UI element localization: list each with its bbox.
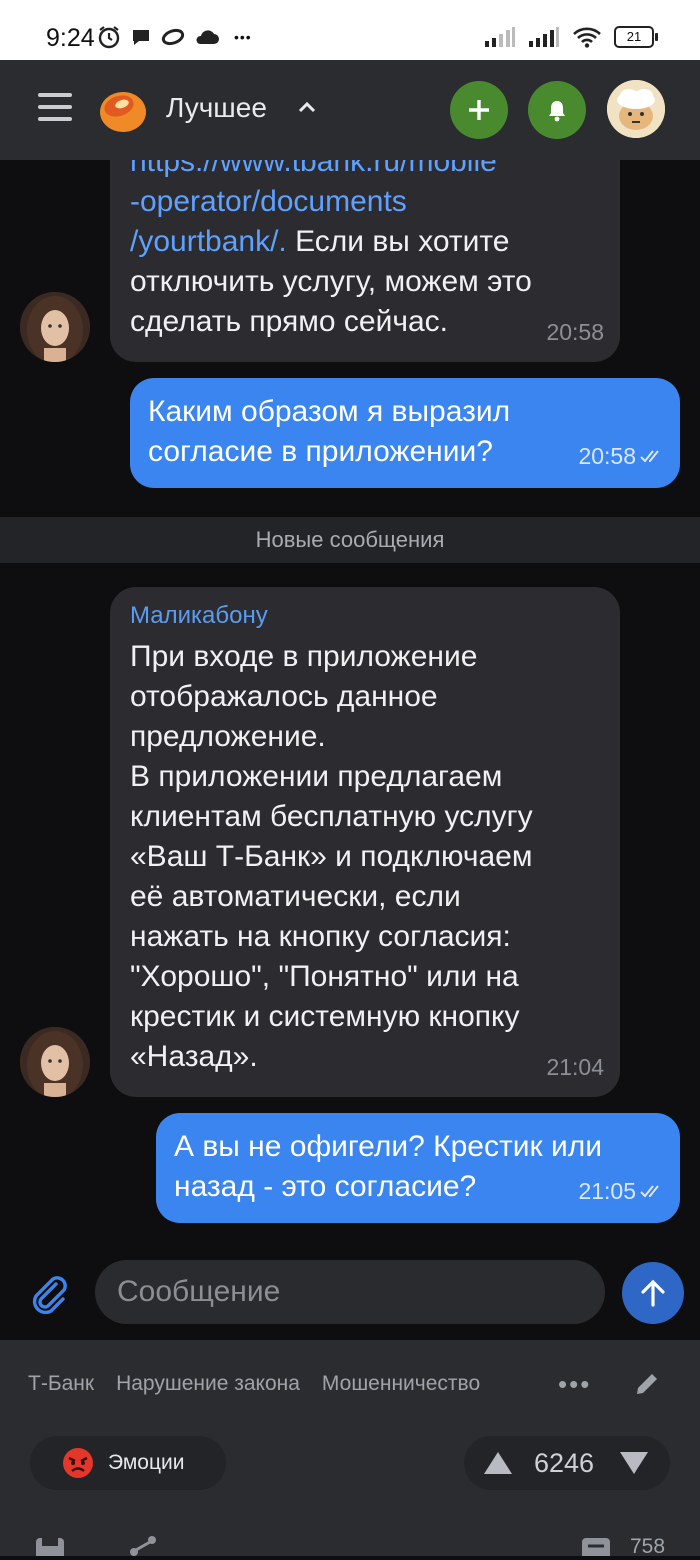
peer-avatar[interactable] [20,1027,90,1097]
post-footer: Т-Банк Нарушение закона Мошенничество ••… [0,1340,700,1558]
message-time: 21:05 [578,1178,636,1204]
status-time: 9:24 [46,24,95,52]
pikabu-logo[interactable] [98,86,148,134]
upvote-icon[interactable] [482,1450,514,1476]
pencil-icon[interactable] [633,1370,661,1398]
status-bar: 9:24 ••• 21 [0,0,700,60]
share-icon[interactable] [128,1534,158,1556]
bell-icon [549,101,565,122]
comments-count[interactable]: 758 [630,1534,665,1560]
signal-icon-2 [529,27,559,47]
tag-item[interactable]: Мошенничество [322,1366,480,1402]
message-text-line: «Назад». [130,1040,258,1073]
wifi-icon [573,27,601,48]
message-composer [0,1240,700,1340]
message-sender[interactable]: Маликабону [130,601,600,631]
message-time: 20:58 [578,443,636,469]
message-bubble-outgoing[interactable]: Каким образом я выразил согласие в прило… [130,378,680,488]
message-text-line: нажать на кнопку согласия: [130,920,511,953]
new-messages-divider: Новые сообщения [0,517,700,563]
signal-icon [485,27,515,47]
link-icon [161,28,185,46]
message-text-line: клиентам бесплатную услугу [130,800,533,833]
message-text-line: отображалось данное [130,680,438,713]
message-text-line: предложение. [130,720,326,753]
downvote-icon[interactable] [618,1450,650,1476]
message-text-line: отключить услугу, можем это [130,265,532,298]
avatar-image [20,1027,90,1097]
message-text-line: её автоматически, если [130,880,461,913]
paperclip-icon[interactable] [28,1272,70,1314]
message-bubble-incoming[interactable]: https://www.tbank.ru/mobile -operator/do… [110,160,620,362]
tag-item[interactable]: Нарушение закона [116,1366,300,1402]
menu-icon[interactable] [38,93,74,123]
peer-avatar[interactable] [20,292,90,362]
message-time: 20:58 [546,319,604,345]
message-text-line: "Хорошо", "Понятно" или на [130,960,519,993]
status-overflow-dots: ••• [234,29,252,45]
message-input[interactable] [95,1260,605,1324]
message-text-line: Каким образом я выразил [148,395,511,428]
chat-area[interactable]: https://www.tbank.ru/mobile -operator/do… [0,160,700,1340]
avatar-image [607,80,665,138]
message-time: 21:04 [546,1054,604,1080]
message-bubble-outgoing[interactable]: А вы не офигели? Крестик или назад - это… [156,1113,680,1223]
message-text-line: При входе в приложение [130,640,478,673]
emotions-label: Эмоции [108,1451,185,1474]
alarm-icon [98,26,120,49]
message-text-line: В приложении предлагаем [130,760,503,793]
feed-title[interactable]: Лучшее [166,90,267,126]
angry-face-icon [63,1448,93,1478]
add-post-button[interactable] [450,81,508,139]
tag-item[interactable]: Т-Банк [28,1366,94,1402]
double-check-icon [640,1185,659,1198]
avatar-image [20,292,90,362]
app-header: Лучшее [0,60,700,160]
double-check-icon [640,450,659,463]
cloud-icon [196,30,219,44]
message-link[interactable]: https://www.tbank.ru/mobile -operator/do… [130,160,600,262]
notifications-button[interactable] [528,81,586,139]
comments-icon[interactable] [580,1536,612,1556]
plus-icon [469,100,489,120]
message-text-line: крестик и системную кнопку [130,1000,520,1033]
message-text-line: «Ваш Т-Банк» и подключаем [130,840,533,873]
message-bubble-incoming[interactable]: Маликабону При входе в приложение отобра… [110,587,620,1097]
send-button[interactable] [622,1262,684,1324]
rating-box: 6246 [464,1436,670,1490]
save-icon[interactable] [34,1536,66,1556]
message-text-line: А вы не офигели? Крестик или [174,1130,602,1163]
message-text-line: сделать прямо сейчас. [130,305,449,338]
chevron-up-icon[interactable] [298,100,316,114]
tag-list: Т-Банк Нарушение закона Мошенничество [28,1366,480,1402]
arrow-up-icon [641,1279,665,1307]
battery-indicator: 21 [614,26,658,48]
more-tags-button[interactable]: ••• [558,1366,591,1402]
rating-value: 6246 [534,1448,595,1478]
chat-bubble-icon [133,30,149,45]
user-avatar[interactable] [607,80,665,138]
emotions-button[interactable]: Эмоции [30,1436,226,1490]
